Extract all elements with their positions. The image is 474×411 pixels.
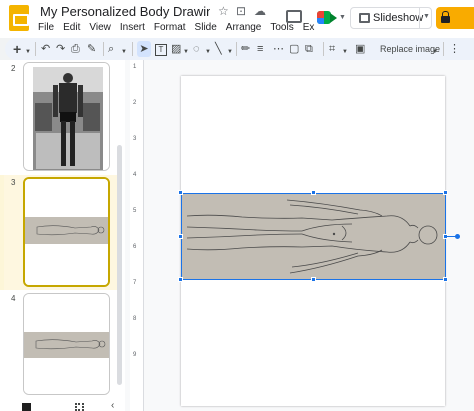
filmstrip: 2 3 4 ‹: [0, 60, 125, 411]
slide-thumbnail-2[interactable]: [23, 62, 110, 171]
slide-number: 3: [11, 178, 16, 187]
slide-number: 4: [11, 294, 16, 303]
slide-3-body-drawing: [25, 179, 108, 285]
toolbar-divider: [443, 42, 444, 56]
slide-thumbnail-4[interactable]: [23, 293, 110, 395]
slideshow-button[interactable]: Slideshow ▼: [350, 7, 432, 29]
new-slide-icon[interactable]: +: [13, 41, 21, 57]
meet-button[interactable]: ▼: [317, 8, 346, 28]
toolbar-divider: [323, 42, 324, 56]
ruler-label: 3: [133, 136, 137, 142]
slide-2-photo: [24, 63, 109, 170]
slideshow-icon: [359, 13, 370, 23]
slides-logo-icon[interactable]: [9, 5, 29, 31]
toolbar-divider: [35, 42, 36, 56]
mask-image-icon[interactable]: ▣: [355, 41, 365, 57]
menu-edit[interactable]: Edit: [63, 22, 80, 33]
collapse-panel-icon[interactable]: ‹: [111, 400, 114, 411]
menu-slide[interactable]: Slide: [195, 22, 217, 33]
resize-handle-bottom-right[interactable]: [443, 277, 448, 282]
reset-image-icon[interactable]: ⧉: [305, 41, 313, 57]
caret-down-icon: ▼: [339, 14, 346, 21]
comment-icon[interactable]: [286, 10, 302, 23]
slide-4-body-drawing: [24, 294, 109, 394]
new-slide-caret-icon[interactable]: ▼: [25, 44, 31, 60]
resize-handle-top-left[interactable]: [178, 190, 183, 195]
menu-view[interactable]: View: [89, 22, 111, 33]
filmstrip-view-icon[interactable]: [22, 403, 31, 411]
toolbar-divider: [236, 42, 237, 56]
resize-handle-top[interactable]: [311, 190, 316, 195]
menu-format[interactable]: Format: [154, 22, 186, 33]
ruler-label: 2: [133, 100, 137, 106]
ruler-label: 4: [133, 172, 137, 178]
print-icon[interactable]: ⎙: [71, 41, 80, 57]
app-header: My Personalized Body Drawing Te... ☆ ⊡ ☁…: [0, 0, 474, 38]
shape-caret-icon[interactable]: ▼: [205, 44, 211, 60]
menu-extensions[interactable]: Ex: [303, 22, 315, 33]
menu-tools[interactable]: Tools: [270, 22, 293, 33]
body-drawing-image[interactable]: [182, 194, 445, 279]
filmstrip-scrollbar[interactable]: [117, 145, 122, 385]
rotation-handle[interactable]: [455, 234, 460, 239]
lock-icon: [441, 11, 450, 23]
meet-lens-icon: [330, 13, 337, 23]
resize-handle-bottom-left[interactable]: [178, 277, 183, 282]
paint-format-icon[interactable]: ✎: [87, 41, 96, 57]
border-color-icon[interactable]: ✏: [241, 41, 250, 57]
toolbar: + ▼ ↶ ↷ ⎙ ✎ ⌕ ▼ ➤ T ▨ ▼ ◌ ▼ ╲ ▼ ✏ ≡ ⋯ ▢ …: [5, 38, 474, 60]
resize-handle-left[interactable]: [178, 234, 183, 239]
select-icon[interactable]: ➤: [137, 41, 151, 57]
ruler-label: 5: [133, 208, 137, 214]
grid-view-icon[interactable]: [75, 403, 84, 411]
meet-icon: [317, 11, 331, 24]
body-outline-drawing: [182, 194, 445, 279]
line-icon[interactable]: ╲: [215, 41, 222, 57]
ruler-label: 1: [133, 64, 137, 70]
cloud-icon[interactable]: ☁: [254, 4, 266, 18]
slide-number: 2: [11, 64, 16, 73]
ruler-label: 8: [133, 316, 137, 322]
slide-thumbnail-3[interactable]: [23, 177, 110, 287]
zoom-icon[interactable]: ⌕: [108, 41, 114, 57]
move-icon[interactable]: ⊡: [236, 4, 246, 18]
star-icon[interactable]: ☆: [218, 4, 229, 18]
line-caret-icon[interactable]: ▼: [227, 44, 233, 60]
menu-arrange[interactable]: Arrange: [226, 22, 262, 33]
zoom-caret-icon[interactable]: ▼: [121, 44, 127, 60]
document-title[interactable]: My Personalized Body Drawing Te...: [40, 4, 210, 19]
crop-icon[interactable]: ⌗: [329, 41, 335, 57]
menu-bar: File Edit View Insert Format Slide Arran…: [38, 22, 314, 33]
resize-handle-bottom[interactable]: [311, 277, 316, 282]
slideshow-divider: [419, 8, 420, 28]
toolbar-divider: [132, 42, 133, 56]
slideshow-label: Slideshow: [373, 12, 424, 24]
ruler-label: 7: [133, 280, 137, 286]
shape-icon[interactable]: ◌: [193, 41, 200, 57]
undo-icon[interactable]: ↶: [41, 41, 50, 57]
border-dash-icon[interactable]: ⋯: [273, 41, 284, 57]
toolbar-divider: [103, 42, 104, 56]
image-icon[interactable]: ▨: [171, 41, 181, 57]
ruler-label: 9: [133, 352, 137, 358]
more-options-icon[interactable]: ⋮: [449, 41, 460, 57]
share-button[interactable]: [436, 7, 474, 29]
redo-icon[interactable]: ↷: [56, 41, 65, 57]
menu-insert[interactable]: Insert: [120, 22, 145, 33]
slideshow-options-icon[interactable]: ▼: [423, 13, 430, 20]
border-weight-icon[interactable]: ≡: [257, 41, 263, 57]
image-options-icon[interactable]: ▢: [289, 41, 299, 57]
text-box-icon[interactable]: T: [155, 44, 167, 56]
replace-image-caret-icon[interactable]: ▼: [432, 44, 438, 60]
vertical-ruler: 1 2 3 4 5 6 7 8 9: [130, 60, 144, 411]
ruler-label: 6: [133, 244, 137, 250]
resize-handle-top-right[interactable]: [443, 190, 448, 195]
menu-file[interactable]: File: [38, 22, 54, 33]
crop-caret-icon[interactable]: ▼: [342, 44, 348, 60]
image-caret-icon[interactable]: ▼: [183, 44, 189, 60]
